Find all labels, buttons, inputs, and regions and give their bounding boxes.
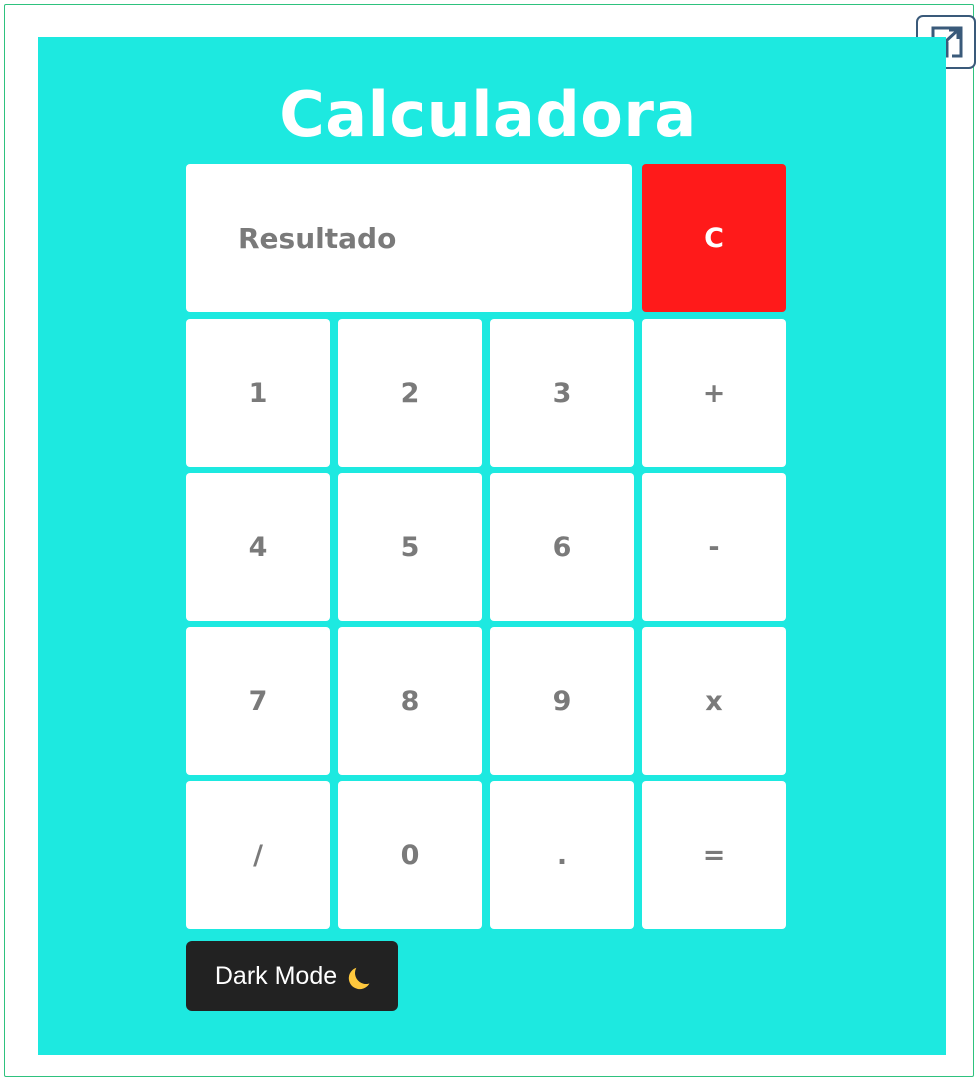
key-1-button[interactable]: 1 [186,319,330,467]
divide-button[interactable]: / [186,781,330,929]
result-display[interactable] [186,164,632,312]
key-6-button[interactable]: 6 [490,473,634,621]
key-3-button[interactable]: 3 [490,319,634,467]
crescent-moon-icon [353,960,378,985]
key-2-button[interactable]: 2 [338,319,482,467]
subtract-button[interactable]: - [642,473,786,621]
page-title: Calculadora [279,78,697,151]
key-9-button[interactable]: 9 [490,627,634,775]
key-4-button[interactable]: 4 [186,473,330,621]
add-button[interactable]: + [642,319,786,467]
equals-button[interactable]: = [642,781,786,929]
key-8-button[interactable]: 8 [338,627,482,775]
dark-mode-label: Dark Mode [214,961,338,990]
decimal-button[interactable]: . [490,781,634,929]
dark-mode-button[interactable]: Dark Mode [186,941,398,1011]
key-0-button[interactable]: 0 [338,781,482,929]
multiply-button[interactable]: x [642,627,786,775]
key-7-button[interactable]: 7 [186,627,330,775]
key-5-button[interactable]: 5 [338,473,482,621]
clear-button[interactable]: C [642,164,786,312]
